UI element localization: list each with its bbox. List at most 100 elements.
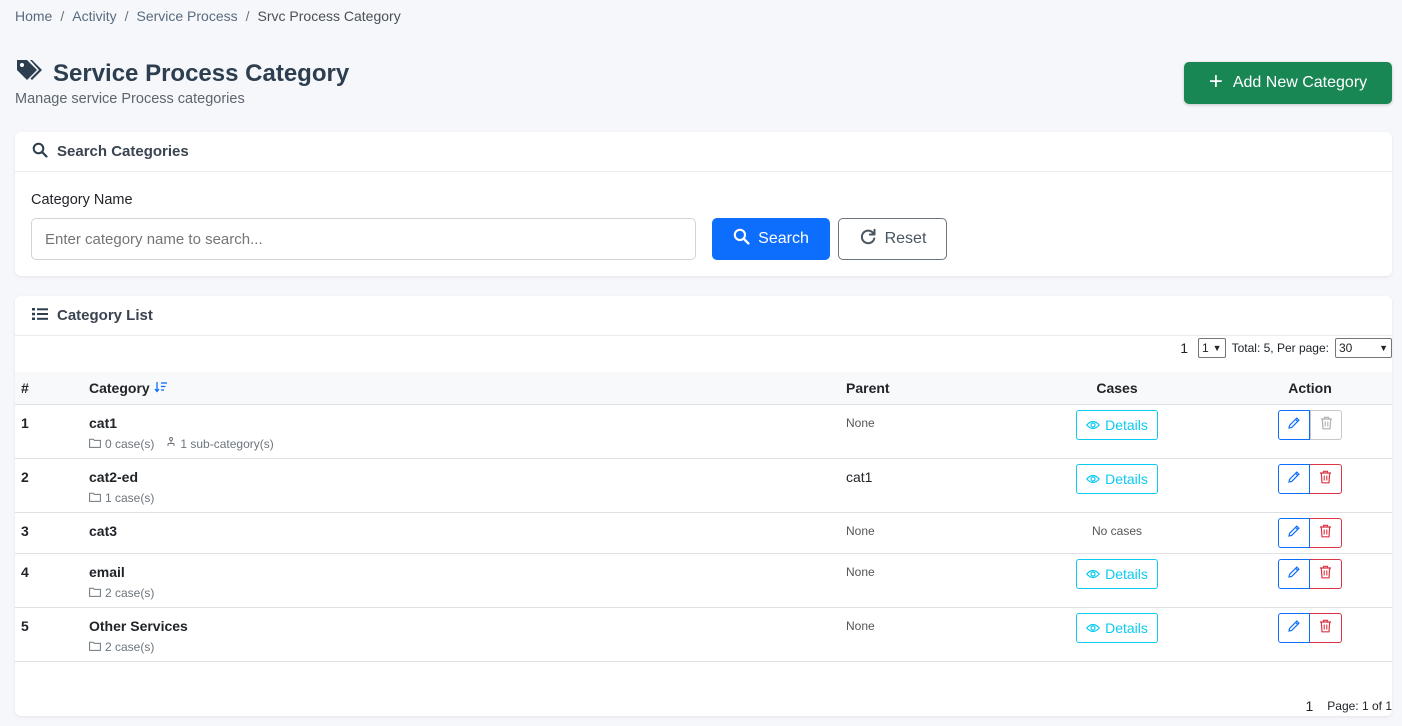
cases-cell: No cases	[1006, 512, 1228, 553]
folder-icon	[89, 586, 101, 600]
per-page-select[interactable]: 30 ▼	[1335, 338, 1392, 358]
reset-button[interactable]: Reset	[838, 218, 947, 260]
breadcrumb-activity[interactable]: Activity	[72, 8, 116, 24]
breadcrumb-service-process[interactable]: Service Process	[136, 8, 237, 24]
search-icon	[32, 142, 48, 162]
breadcrumb-separator: /	[245, 8, 250, 24]
category-list-card: Category List 1 1 ▼ Total: 5, Per page: 3…	[15, 296, 1392, 716]
column-header-number: #	[21, 379, 29, 396]
eye-icon	[1086, 417, 1101, 433]
category-cell: cat1 0 case(s) 1 sub-category(s)	[89, 404, 846, 458]
details-button[interactable]: Details	[1076, 463, 1158, 494]
add-new-category-label: Add New Category	[1232, 74, 1368, 91]
column-header-category[interactable]: Category	[89, 372, 846, 404]
category-header-label: Category	[89, 379, 150, 396]
pencil-icon	[1287, 619, 1301, 636]
table-row: 5 Other Services 2 case(s) None Details	[15, 607, 1392, 661]
action-cell	[1228, 458, 1392, 512]
search-card: Search Categories Category Name Search R…	[15, 132, 1392, 276]
parent-cell: cat1	[846, 458, 1006, 512]
trash-icon	[1320, 416, 1333, 433]
page-subtitle: Manage service Process categories	[15, 91, 245, 107]
parent-cell: None	[846, 404, 1006, 458]
parent-value: None	[846, 415, 875, 430]
category-meta: 2 case(s)	[89, 640, 846, 654]
case-count-text: 2 case(s)	[105, 639, 155, 654]
category-name: Other Services	[89, 617, 188, 634]
case-count-text: 0 case(s)	[105, 436, 155, 451]
reset-icon	[859, 228, 877, 251]
parent-value: None	[846, 523, 875, 538]
search-button[interactable]: Search	[712, 218, 830, 260]
row-number: 4	[21, 563, 29, 580]
delete-button[interactable]	[1310, 558, 1342, 589]
row-number: 1	[21, 414, 29, 431]
edit-button[interactable]	[1278, 558, 1310, 589]
edit-button[interactable]	[1278, 517, 1310, 548]
action-cell	[1228, 607, 1392, 661]
category-cell: email 2 case(s)	[89, 553, 846, 607]
category-name: email	[89, 563, 125, 580]
chevron-down-icon: ▼	[1379, 343, 1388, 353]
case-count: 2 case(s)	[89, 586, 154, 600]
trash-icon	[1319, 565, 1332, 582]
category-cell: Other Services 2 case(s)	[89, 607, 846, 661]
folder-icon	[89, 491, 101, 505]
sitemap-icon	[166, 436, 176, 451]
cases-cell: Details	[1006, 607, 1228, 661]
action-cell	[1228, 404, 1392, 458]
reset-button-label: Reset	[884, 230, 927, 247]
delete-button[interactable]	[1310, 517, 1342, 548]
pencil-icon	[1287, 416, 1301, 433]
add-new-category-button[interactable]: + Add New Category	[1184, 62, 1392, 104]
edit-button[interactable]	[1278, 612, 1310, 643]
breadcrumb-home[interactable]: Home	[15, 8, 52, 24]
page-title-row: Service Process Category	[15, 58, 349, 89]
tags-icon	[15, 58, 43, 89]
pencil-icon	[1287, 470, 1301, 487]
sort-icon[interactable]	[154, 380, 168, 396]
case-count: 0 case(s)	[89, 437, 154, 451]
column-header-action: Action	[1288, 379, 1332, 396]
current-page-number[interactable]: 1	[1180, 340, 1188, 356]
delete-button[interactable]	[1310, 463, 1342, 494]
category-name-label: Category Name	[31, 192, 133, 208]
delete-button[interactable]	[1310, 409, 1342, 440]
bottom-page-number[interactable]: 1	[1305, 698, 1313, 714]
category-search-input[interactable]	[31, 218, 696, 260]
parent-cell: None	[846, 512, 1006, 553]
eye-icon	[1086, 471, 1101, 487]
edit-button[interactable]	[1278, 409, 1310, 440]
page-info-text: Page: 1 of 1	[1327, 699, 1392, 713]
cases-cell: Details	[1006, 404, 1228, 458]
table-header-row: # Category Parent Cases Action	[15, 372, 1392, 404]
cases-cell: Details	[1006, 458, 1228, 512]
action-button-group	[1278, 409, 1342, 440]
case-count-text: 1 case(s)	[105, 490, 155, 505]
page-title: Service Process Category	[53, 59, 350, 87]
parent-cell: None	[846, 607, 1006, 661]
case-count: 1 case(s)	[89, 491, 154, 505]
action-cell	[1228, 553, 1392, 607]
edit-button[interactable]	[1278, 463, 1310, 494]
delete-button[interactable]	[1310, 612, 1342, 643]
pagination-top: 1 1 ▼ Total: 5, Per page: 30 ▼	[1180, 338, 1392, 358]
trash-icon	[1319, 470, 1332, 487]
details-button[interactable]: Details	[1076, 409, 1158, 440]
subcategory-count-text: 1 sub-category(s)	[180, 436, 274, 451]
table-row: 3 cat3 None No cases	[15, 512, 1392, 553]
details-button[interactable]: Details	[1076, 612, 1158, 643]
page-select[interactable]: 1 ▼	[1197, 338, 1226, 358]
trash-icon	[1319, 524, 1332, 541]
details-label: Details	[1105, 470, 1148, 487]
action-button-group	[1278, 517, 1342, 548]
action-button-group	[1278, 558, 1342, 589]
category-list-header: Category List	[15, 296, 1392, 336]
row-number: 2	[21, 468, 29, 485]
search-button-label: Search	[758, 230, 809, 247]
details-button[interactable]: Details	[1076, 558, 1158, 589]
category-name: cat2-ed	[89, 468, 139, 485]
category-meta: 0 case(s) 1 sub-category(s)	[89, 436, 846, 451]
category-meta: 1 case(s)	[89, 491, 846, 505]
eye-icon	[1086, 566, 1101, 582]
